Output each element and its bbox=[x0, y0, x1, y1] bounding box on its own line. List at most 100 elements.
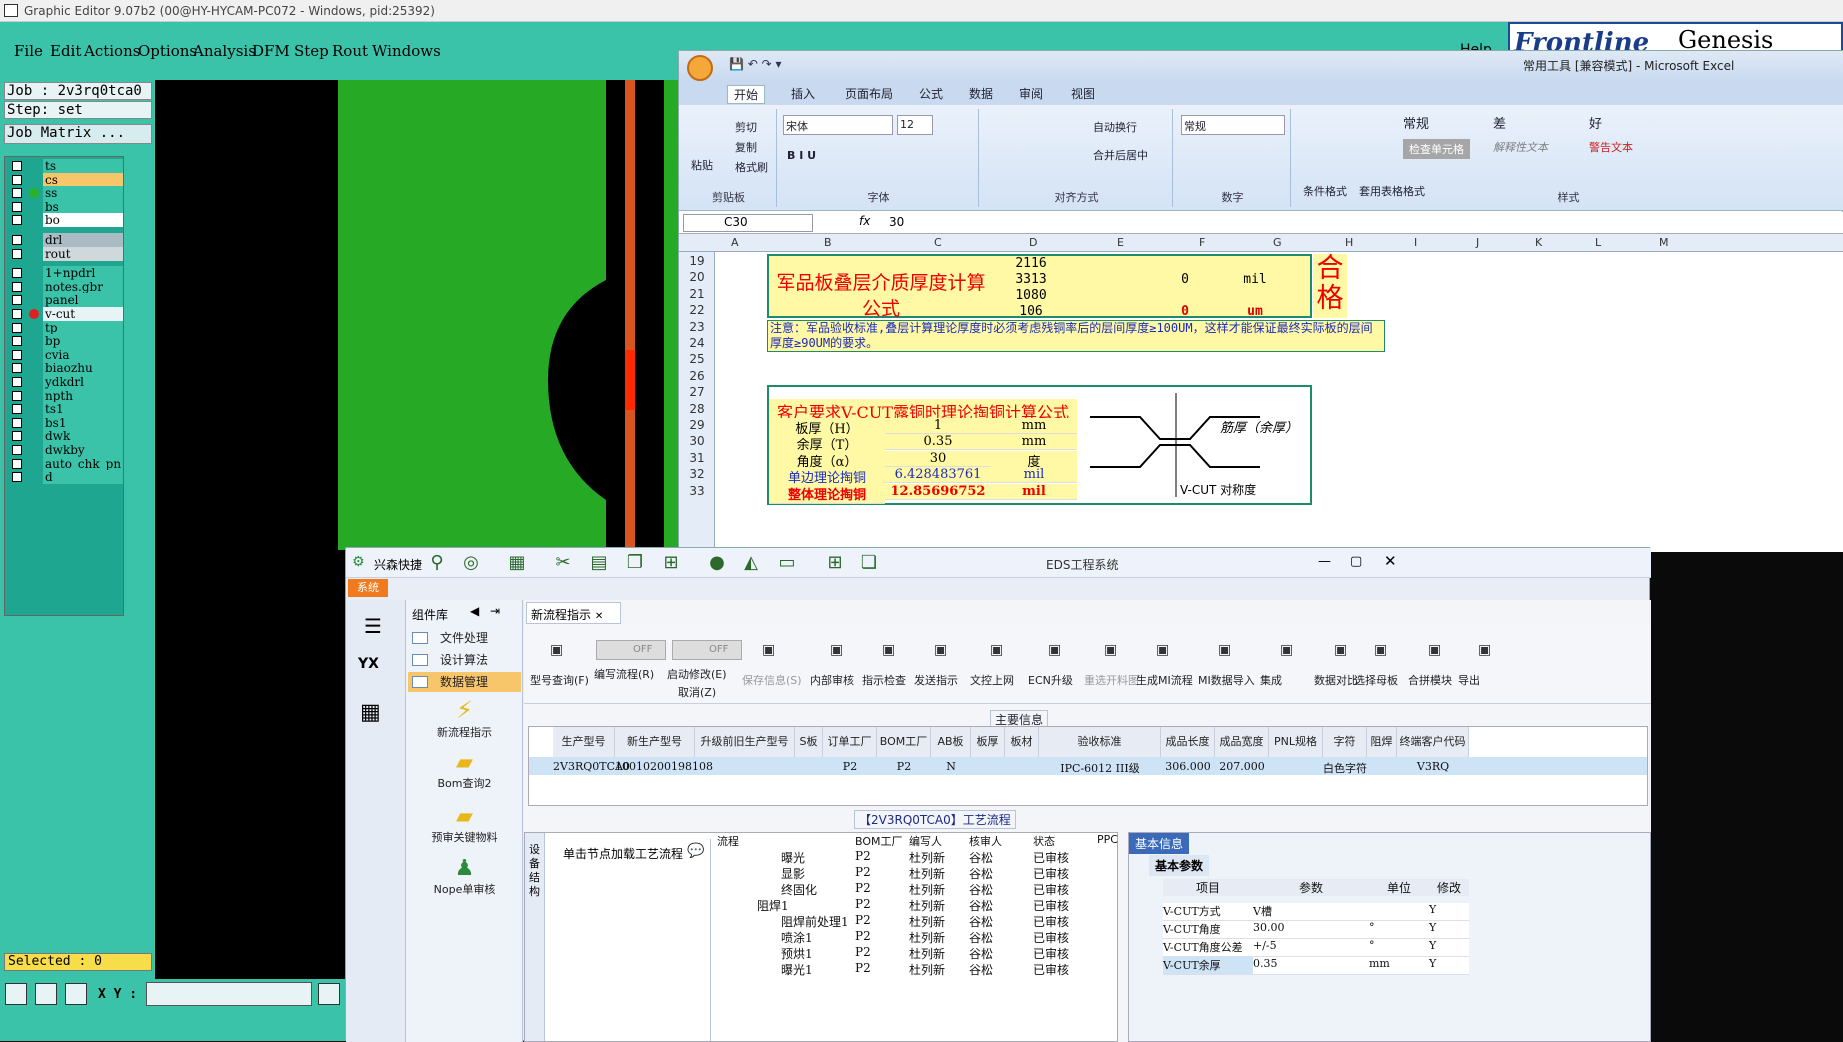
format-painter-button[interactable]: 格式刷 bbox=[735, 159, 768, 175]
formula-input[interactable]: 30 bbox=[889, 215, 904, 229]
cell-d21[interactable]: 1080 bbox=[990, 288, 1072, 303]
param-header-3[interactable]: 修改 bbox=[1429, 879, 1469, 896]
flow-cell-6-2[interactable]: 杜列新 bbox=[909, 945, 945, 962]
param-cell-2-2[interactable]: ° bbox=[1369, 939, 1429, 957]
layer-checkbox[interactable] bbox=[12, 322, 22, 333]
menu-step[interactable]: Step bbox=[294, 42, 329, 60]
pcb-view[interactable] bbox=[338, 80, 678, 550]
layer-row-ts[interactable]: ts bbox=[7, 159, 125, 173]
flow-cell-5-1[interactable]: P2 bbox=[855, 929, 871, 943]
grid-cell-5[interactable]: P2 bbox=[877, 760, 931, 773]
flow-header-0[interactable]: 流程 bbox=[717, 833, 739, 849]
search-icon[interactable]: ⚲ bbox=[426, 553, 448, 573]
layer-row-auto-chk-pn[interactable]: auto_chk_pn bbox=[7, 456, 125, 471]
toolbar-item-9[interactable]: 重选开料图 bbox=[1084, 672, 1139, 688]
toolbar-item-11[interactable]: MI数据导入 bbox=[1198, 672, 1255, 688]
row-header-21[interactable]: 21 bbox=[679, 287, 715, 301]
flow-header-3[interactable]: 核审人 bbox=[969, 833, 1002, 849]
flow-header-5[interactable]: PPC bbox=[1097, 833, 1118, 846]
param-cell-1-2[interactable]: ° bbox=[1369, 921, 1429, 939]
layer-row-ss[interactable]: ss bbox=[7, 186, 125, 201]
tab-data[interactable]: 数据 bbox=[969, 85, 993, 102]
tab-formulas[interactable]: 公式 bbox=[919, 85, 943, 102]
vcut-r32-cell[interactable]: 整体理论掏铜 bbox=[769, 483, 885, 504]
row-header-33[interactable]: 33 bbox=[679, 484, 715, 498]
layer-checkbox[interactable] bbox=[12, 363, 22, 374]
flow-cell-6-1[interactable]: P2 bbox=[855, 945, 871, 959]
style-explain[interactable]: 解释性文本 bbox=[1493, 139, 1548, 155]
tab-layout[interactable]: 页面布局 bbox=[845, 85, 893, 102]
menu-actions[interactable]: Actions bbox=[84, 42, 140, 60]
vcut-r32-cell[interactable]: mil bbox=[991, 483, 1077, 500]
toolbar-icon-7[interactable]: ▣ bbox=[990, 642, 1003, 658]
copy-icon[interactable]: ❐ bbox=[624, 553, 646, 573]
flow-cell-3-4[interactable]: 已审核 bbox=[1033, 897, 1069, 914]
toolbar-icon-15[interactable]: ▣ bbox=[1428, 642, 1441, 658]
param-header-1[interactable]: 参数 bbox=[1253, 879, 1369, 896]
col-header-a[interactable]: A bbox=[731, 236, 739, 249]
layer-checkbox[interactable] bbox=[12, 404, 22, 415]
flow-cell-0-0[interactable]: 曝光 bbox=[781, 849, 805, 866]
lib-item-algorithm[interactable]: 设计算法 bbox=[408, 650, 521, 670]
row-header-32[interactable]: 32 bbox=[679, 467, 715, 481]
film-icon[interactable]: ▤ bbox=[588, 553, 610, 573]
info-icon[interactable] bbox=[318, 983, 340, 1005]
layer-row-ydkdrl[interactable]: ydkdrl bbox=[7, 375, 125, 389]
cell-f20[interactable]: 0 bbox=[1165, 272, 1205, 287]
grid-header-12[interactable]: PNL规格 bbox=[1269, 727, 1323, 757]
row-header-28[interactable]: 28 bbox=[679, 402, 715, 416]
bold-button[interactable]: B I U bbox=[787, 149, 816, 162]
row-header-19[interactable]: 19 bbox=[679, 254, 715, 268]
layer-row-panel[interactable]: panel bbox=[7, 293, 125, 308]
toolbar-item-7[interactable]: 文控上网 bbox=[970, 672, 1014, 688]
grid-header-14[interactable]: 阻焊 bbox=[1367, 727, 1397, 757]
row-header-22[interactable]: 22 bbox=[679, 303, 715, 317]
toolbar-icon-14[interactable]: ▣ bbox=[1374, 642, 1387, 658]
tab-review[interactable]: 审阅 bbox=[1019, 85, 1043, 102]
flow-cell-4-3[interactable]: 谷松 bbox=[969, 913, 993, 930]
layer-checkbox[interactable] bbox=[12, 201, 22, 212]
param-cell-1-1[interactable]: 30.00 bbox=[1253, 921, 1369, 939]
menu-icon[interactable]: ☰ bbox=[364, 614, 382, 638]
layer-row-bp[interactable]: bp bbox=[7, 334, 125, 349]
toolbar-icon-3[interactable]: ▣ bbox=[762, 642, 775, 658]
measure-tool-icon[interactable] bbox=[35, 983, 57, 1005]
layer-row-dwk[interactable]: dwk bbox=[7, 429, 125, 444]
lib-back-icon[interactable]: ◀ bbox=[470, 604, 479, 618]
param-header-2[interactable]: 单位 bbox=[1369, 879, 1429, 896]
flow-cell-0-2[interactable]: 杜列新 bbox=[909, 849, 945, 866]
grid-header-10[interactable]: 成品长度 bbox=[1161, 727, 1215, 757]
layer-row-ts1[interactable]: ts1 bbox=[7, 402, 125, 417]
paste-button[interactable]: 粘贴 bbox=[691, 157, 713, 173]
flow-cell-5-0[interactable]: 喷涂1 bbox=[781, 929, 813, 946]
font-name-select[interactable]: 宋体 bbox=[783, 115, 893, 135]
toolbar-item-12[interactable]: 集成 bbox=[1260, 672, 1282, 688]
layer-row-biaozhu[interactable]: biaozhu bbox=[7, 361, 125, 376]
graphic-canvas[interactable] bbox=[155, 80, 345, 980]
toggle-switch-1[interactable]: OFF bbox=[672, 640, 742, 660]
toolbar-item-0[interactable]: 型号查询(F) bbox=[530, 672, 589, 688]
monitor-icon[interactable]: ▭ bbox=[776, 553, 798, 573]
toolbar-icon-9[interactable]: ▣ bbox=[1104, 642, 1117, 658]
vcut-r30-cell[interactable]: 30 bbox=[885, 450, 991, 467]
flow-cell-3-0[interactable]: 阻焊1 bbox=[757, 897, 789, 914]
layer-checkbox[interactable] bbox=[12, 390, 22, 401]
col-header-i[interactable]: I bbox=[1414, 236, 1417, 249]
flow-cell-1-0[interactable]: 显影 bbox=[781, 865, 805, 882]
lib-pin-icon[interactable]: ⇥ bbox=[490, 604, 500, 618]
flow-cell-1-1[interactable]: P2 bbox=[855, 865, 871, 879]
param-cell-3-0[interactable]: V-CUT余厚 bbox=[1163, 957, 1253, 975]
layer-row-tp[interactable]: tp bbox=[7, 320, 125, 335]
param-cell-2-0[interactable]: V-CUT角度公差 bbox=[1163, 939, 1253, 957]
col-header-e[interactable]: E bbox=[1117, 236, 1124, 249]
toolbar-icon-5[interactable]: ▣ bbox=[882, 642, 895, 658]
grid-header-4[interactable]: 订单工厂 bbox=[823, 727, 877, 757]
layer-checkbox[interactable] bbox=[12, 349, 22, 360]
toggle-switch-0[interactable]: OFF bbox=[596, 640, 666, 660]
param-cell-3-2[interactable]: mm bbox=[1369, 957, 1429, 975]
col-header-g[interactable]: G bbox=[1273, 236, 1282, 249]
param-cell-3-1[interactable]: 0.35 bbox=[1253, 957, 1369, 975]
side-tab[interactable]: 设备结构 bbox=[525, 833, 545, 1041]
flow-cell-0-4[interactable]: 已审核 bbox=[1033, 849, 1069, 866]
param-header-0[interactable]: 项目 bbox=[1163, 879, 1253, 896]
